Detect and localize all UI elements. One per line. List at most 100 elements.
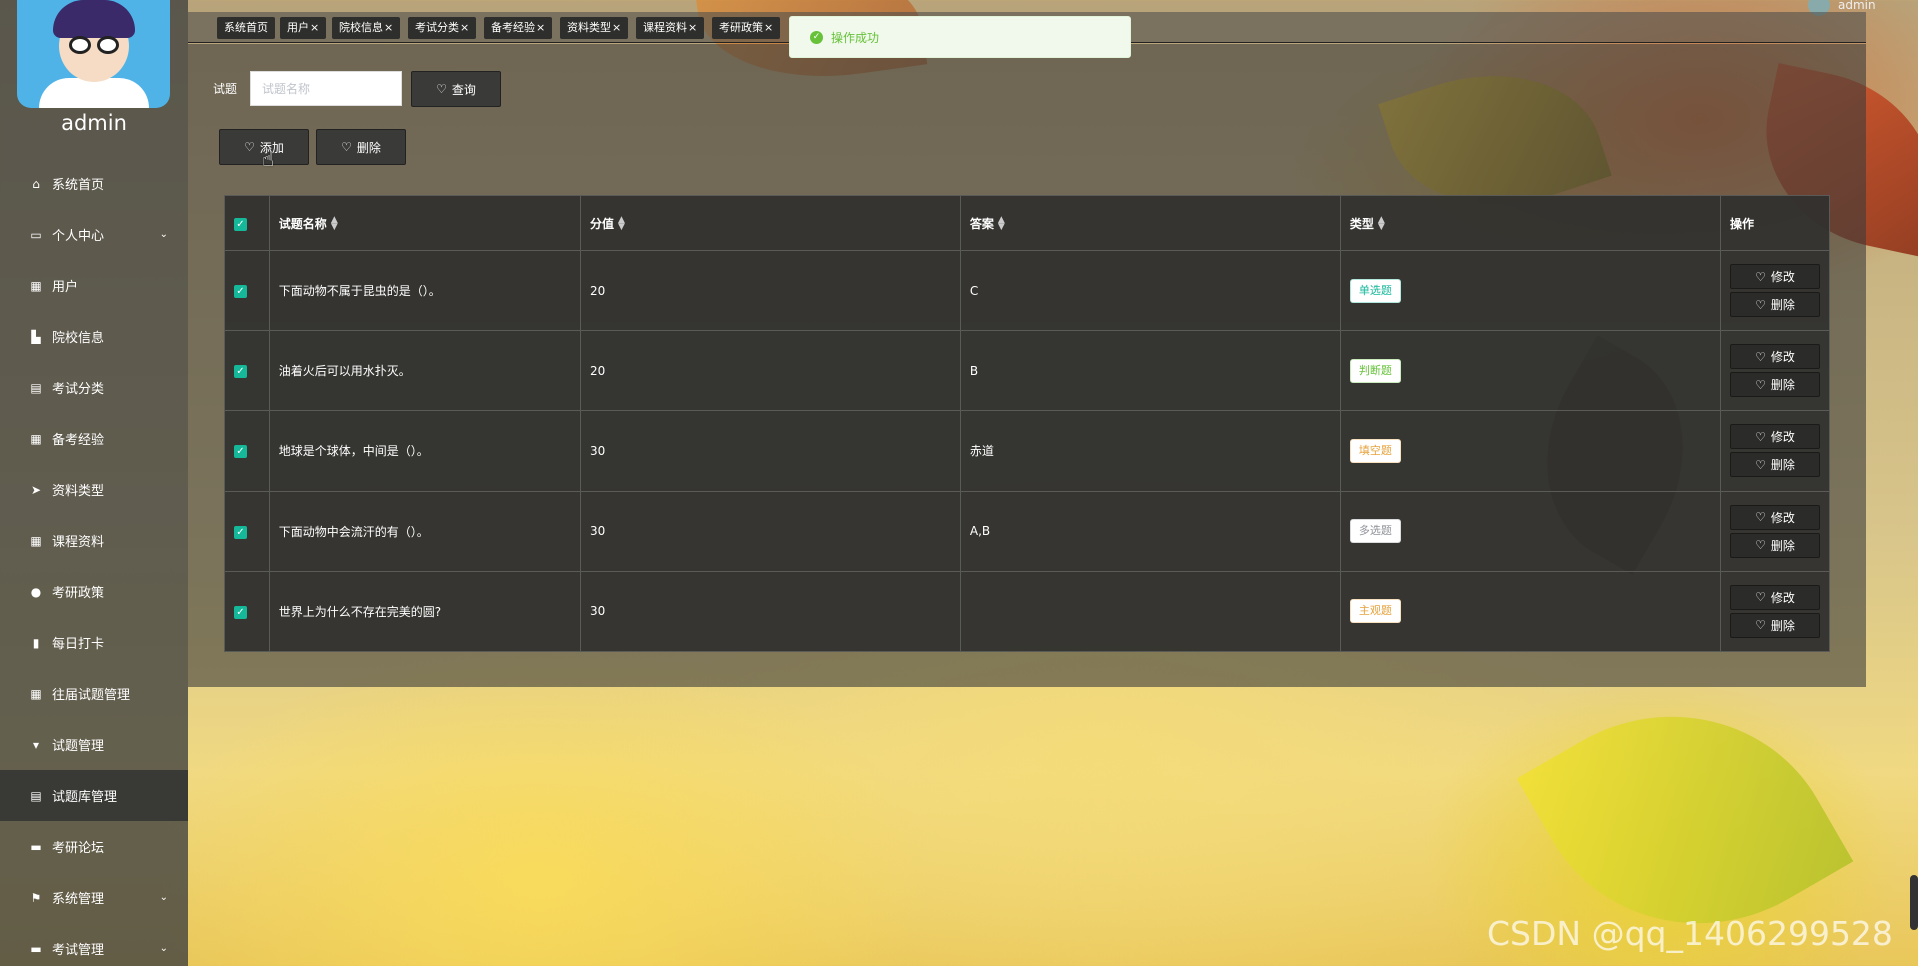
menu-icon: ▬ [30,839,42,854]
heart-icon: ♡ [1755,269,1766,284]
sidebar-item[interactable]: ▤ 试题库管理 [0,770,188,821]
delete-button[interactable]: ♡ 删除 [1729,532,1820,558]
scrollbar-handle[interactable] [1910,875,1918,930]
search-input[interactable] [250,71,402,106]
delete-button[interactable]: ♡ 删除 [1729,612,1820,638]
edit-button[interactable]: ♡ 修改 [1729,264,1820,290]
menu-icon: ▙ [31,329,41,344]
main-panel: 试题 ♡ 查询 ♡ 添加 ♡ 删除 ✓ 试题名称▲▼ 分值▲▼ 答案▲▼ 类型▲… [188,44,1866,687]
delete-button[interactable]: ♡ 删除 [1729,372,1820,398]
table-row: ✓ 世界上为什么不存在完美的圆? 30 主观题 ♡ 修改 ♡ 删除 [224,570,1831,653]
cell-name: 油着火后可以用水扑灭。 [268,330,581,412]
row-checkbox[interactable]: ✓ [234,605,247,619]
delete-button[interactable]: ♡ 删除 [1729,292,1820,318]
cell-score: 30 [579,490,961,572]
type-badge: 主观题 [1349,599,1401,624]
menu-icon: ▭ [30,227,42,242]
sidebar-item-label: 试题库管理 [52,790,118,805]
type-badge: 填空题 [1349,438,1401,463]
check-circle-icon: ✓ [810,30,823,44]
sort-icon[interactable]: ▲ ▼ [998,216,1005,232]
row-checkbox[interactable]: ✓ [234,365,247,379]
sort-icon[interactable]: ▲ ▼ [331,216,338,232]
sidebar-item[interactable]: ▬ 考研论坛 [0,821,188,872]
tab-tag[interactable]: 课程资料× [636,17,705,39]
heart-icon: ♡ [244,140,255,154]
row-checkbox[interactable]: ✓ [234,445,247,459]
heart-icon: ♡ [1755,429,1766,444]
sidebar-item[interactable]: ➤ 资料类型 [0,464,188,515]
sidebar-item[interactable]: ⚑ 系统管理 ⌄ [0,872,188,923]
close-icon[interactable]: × [460,21,469,34]
tab-tag[interactable]: 院校信息× [332,17,401,39]
sidebar-item-label: 每日打卡 [52,637,105,652]
column-header-type[interactable]: 类型 ▲ ▼ [1339,195,1721,251]
sidebar-item[interactable]: ▦ 课程资料 [0,515,188,566]
close-icon[interactable]: × [384,21,393,34]
close-icon[interactable]: × [536,21,545,34]
watermark: CSDN @qq_1406299528 [1487,914,1893,953]
column-header-name[interactable]: 试题名称 ▲ ▼ [268,195,581,251]
column-header-answer[interactable]: 答案 ▲ ▼ [959,195,1341,251]
sidebar-item[interactable]: ▾ 试题管理 [0,719,188,770]
avatar[interactable] [17,0,170,108]
close-icon[interactable]: × [310,21,319,34]
heart-icon: ♡ [1755,457,1766,472]
batch-delete-button[interactable]: ♡ 删除 [316,129,406,165]
sidebar-item[interactable]: ▬ 考试管理 ⌄ [0,923,188,966]
menu-icon: ▦ [30,686,42,701]
select-all-checkbox[interactable]: ✓ [234,217,247,231]
delete-button[interactable]: ♡ 删除 [1729,452,1820,478]
close-icon[interactable]: × [688,21,697,34]
chevron-down-icon[interactable]: ⌄ [160,892,168,903]
edit-button[interactable]: ♡ 修改 [1729,504,1820,530]
close-icon[interactable]: × [612,21,621,34]
edit-button[interactable]: ♡ 修改 [1729,424,1820,450]
column-header-score[interactable]: 分值 ▲ ▼ [579,195,961,251]
tab-tag[interactable]: 考试分类× [408,17,477,39]
sidebar-item[interactable]: ⌂ 系统首页 [0,158,188,209]
tab-tag[interactable]: 系统首页 [217,17,275,39]
row-checkbox[interactable]: ✓ [234,285,247,299]
sidebar-item[interactable]: ▙ 院校信息 [0,311,188,362]
heart-icon: ♡ [1755,377,1766,392]
search-label: 试题 [213,82,238,96]
sidebar-item-label: 院校信息 [52,331,105,346]
edit-button[interactable]: ♡ 修改 [1729,584,1820,610]
tab-tag[interactable]: 用户× [280,17,327,39]
menu-icon: ▤ [30,788,42,803]
sidebar-item[interactable]: ▦ 用户 [0,260,188,311]
chevron-down-icon[interactable]: ⌄ [160,229,168,240]
edit-button[interactable]: ♡ 修改 [1729,344,1820,370]
row-checkbox[interactable]: ✓ [234,525,247,539]
close-icon[interactable]: × [764,21,773,34]
heart-icon: ♡ [1755,590,1766,605]
sort-icon[interactable]: ▲ ▼ [618,216,625,232]
tab-tag[interactable]: 考研政策× [712,17,781,39]
heart-icon: ♡ [1755,538,1766,553]
menu-icon: ➤ [30,482,42,497]
cell-score: 30 [579,410,961,492]
sidebar-item[interactable]: ▮ 每日打卡 [0,617,188,668]
chevron-down-icon[interactable]: ⌄ [160,943,168,954]
type-badge: 判断题 [1349,358,1401,383]
sidebar-item[interactable]: ● 考研政策 [0,566,188,617]
sidebar-item-label: 考试管理 [52,943,105,958]
tab-tag[interactable]: 备考经验× [484,17,553,39]
tab-tag[interactable]: 资料类型× [560,17,629,39]
sidebar-item[interactable]: ▤ 考试分类 [0,362,188,413]
menu-icon: ▦ [30,533,42,548]
heart-icon: ♡ [1755,349,1766,364]
sidebar-item[interactable]: ▦ 往届试题管理 [0,668,188,719]
cell-score: 20 [579,330,961,412]
sidebar-item[interactable]: ▦ 备考经验 [0,413,188,464]
cell-name: 地球是个球体，中间是（）。 [268,410,581,492]
heart-icon: ♡ [341,140,352,154]
sidebar-item-label: 课程资料 [52,535,105,550]
sidebar-item[interactable]: ▭ 个人中心 ⌄ [0,209,188,260]
sidebar-item-label: 往届试题管理 [52,688,131,703]
sort-icon[interactable]: ▲ ▼ [1378,216,1385,232]
sidebar-item-label: 系统首页 [52,178,105,193]
cell-name: 下面动物中会流汗的有（）。 [268,490,581,572]
query-button[interactable]: ♡ 查询 [411,71,501,107]
